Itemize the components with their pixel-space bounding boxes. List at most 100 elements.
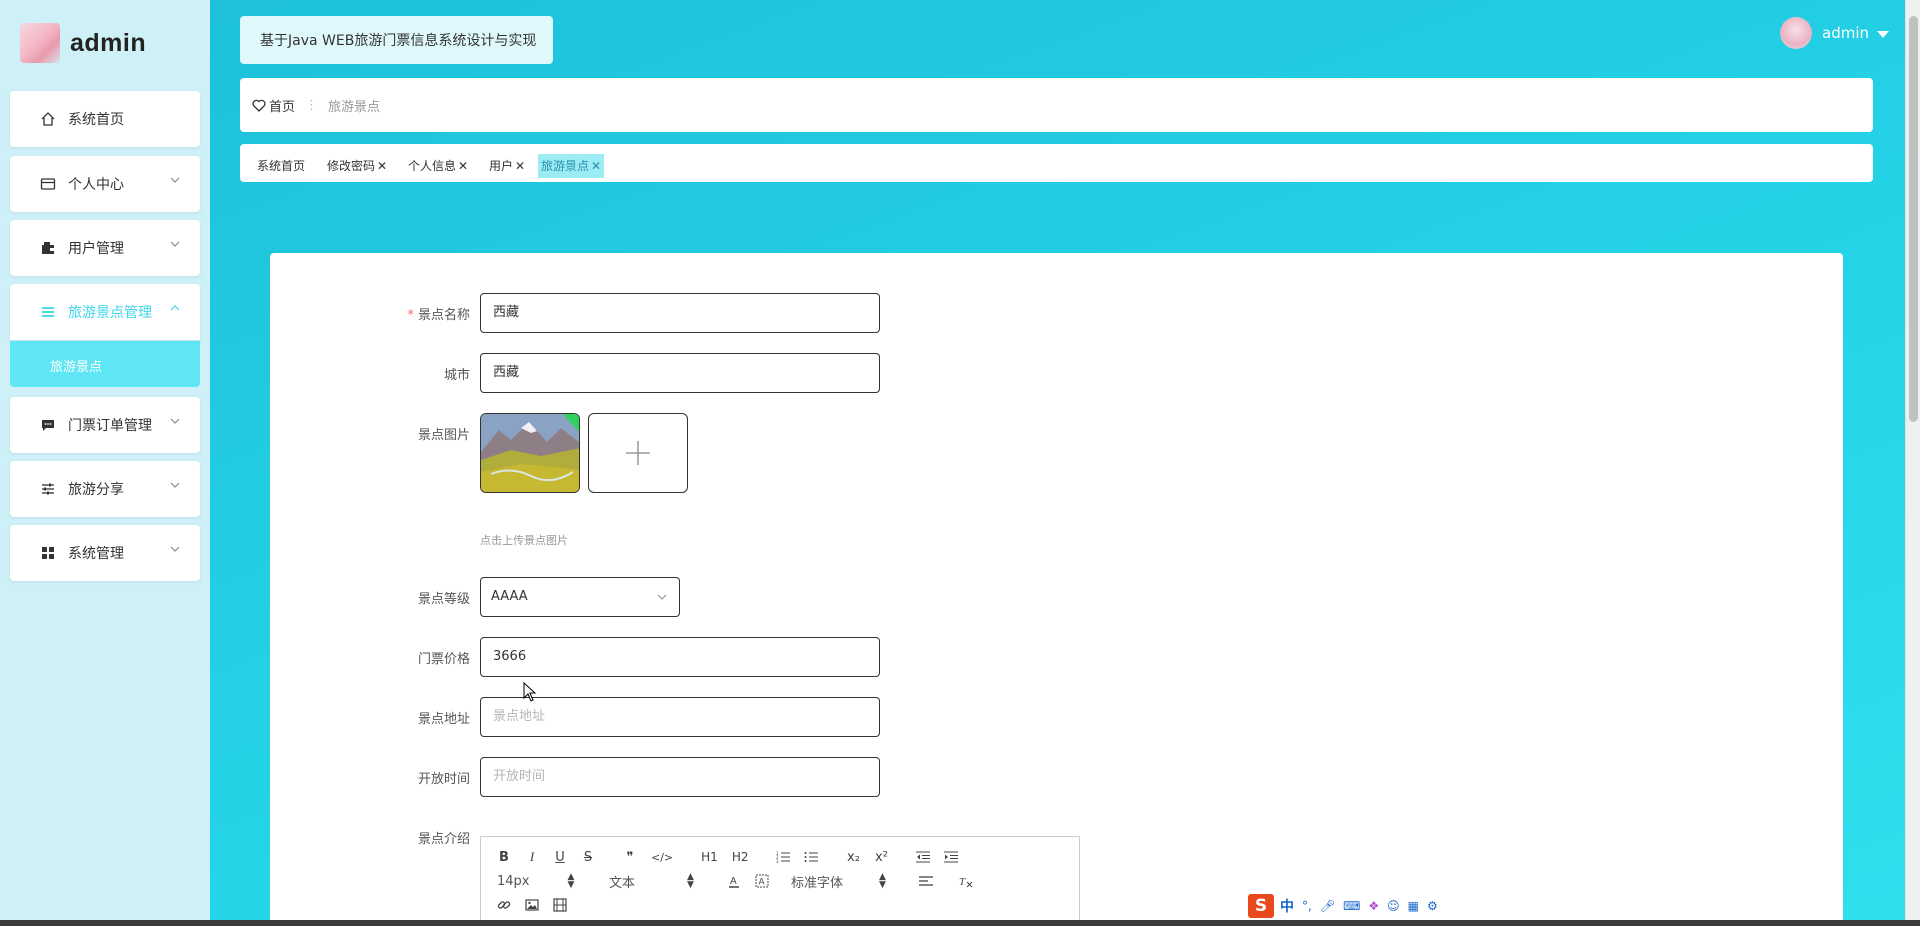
tag-label: 个人信息: [408, 159, 457, 173]
card-icon: [40, 178, 56, 190]
tag-user[interactable]: 用户 ✕: [486, 154, 528, 178]
scenic-image-thumbnail[interactable]: [480, 413, 580, 493]
sidebar-item-home[interactable]: 系统首页: [10, 91, 200, 147]
ordered-list-icon[interactable]: 123: [776, 851, 791, 863]
sidebar-item-user-management[interactable]: 用户管理: [10, 220, 200, 276]
settings-icon[interactable]: ⚙: [1427, 899, 1438, 913]
user-menu[interactable]: admin: [1780, 15, 1889, 51]
sidebar: admin 系统首页 个人中心 用户管理 旅游景点管理 旅游景点 门票订单管理 …: [0, 0, 210, 926]
breadcrumb-home[interactable]: 首页: [252, 96, 295, 115]
close-icon[interactable]: ✕: [515, 159, 525, 173]
indent-icon[interactable]: [944, 851, 959, 863]
label-text: 景点名称: [417, 308, 470, 323]
sidebar-item-system-management[interactable]: 系统管理: [10, 525, 200, 581]
list-icon: [42, 307, 54, 317]
chevron-down-icon: [657, 594, 667, 600]
sidebar-item-travel-share[interactable]: 旅游分享: [10, 461, 200, 517]
sidebar-item-label: 旅游分享: [68, 482, 124, 498]
breadcrumb: 首页 ⋮ 旅游景点: [240, 78, 1873, 132]
italic-button[interactable]: I: [525, 849, 539, 865]
sidebar-item-ticket-orders[interactable]: 门票订单管理: [10, 397, 200, 453]
blockquote-button[interactable]: ❞: [623, 850, 637, 865]
tag-label: 系统首页: [257, 159, 306, 173]
block-format-select[interactable]: 文本 ▲ ▼: [609, 872, 727, 891]
sidebar-item-scenic-management[interactable]: 旅游景点管理: [10, 284, 200, 340]
open-time-input[interactable]: 开放时间: [480, 757, 880, 797]
apps-grid-icon[interactable]: ▦: [1408, 899, 1419, 913]
updown-icon: ▲ ▼: [687, 872, 694, 890]
svg-text:A: A: [730, 876, 737, 887]
label-scenic-image: 景点图片: [417, 428, 470, 443]
font-family-select[interactable]: 标准字体 ▲ ▼: [791, 872, 919, 891]
bullet-list-icon[interactable]: [804, 851, 819, 863]
system-title-text: 基于Java WEB旅游门票信息系统设计与实现: [260, 33, 537, 49]
skin-icon[interactable]: ❖: [1368, 899, 1379, 913]
intro-editor[interactable]: B I U S ❞ </> H1 H2 123 x₂ x² 14px ▲ ▼ 文本 ▲…: [480, 836, 1080, 926]
sidebar-subitem-scenic-spots[interactable]: 旅游景点: [10, 341, 200, 387]
landscape-image: [481, 414, 579, 492]
sidebar-item-label: 系统管理: [68, 546, 124, 562]
code-button[interactable]: </>: [651, 851, 673, 864]
address-input[interactable]: 景点地址: [480, 697, 880, 737]
upload-hint: 点击上传景点图片: [480, 534, 568, 547]
scrollbar-thumb[interactable]: [1909, 16, 1918, 422]
superscript-button[interactable]: x²: [874, 850, 888, 865]
ime-language[interactable]: 中: [1280, 896, 1294, 916]
brand-avatar: [20, 23, 60, 63]
sidebar-item-label: 系统首页: [68, 112, 124, 128]
tag-change-password[interactable]: 修改密码 ✕: [324, 154, 390, 178]
keyboard-icon[interactable]: ⌨: [1343, 899, 1360, 913]
header1-button[interactable]: H1: [701, 850, 718, 864]
chevron-down-icon: [170, 482, 180, 488]
outdent-icon[interactable]: [916, 851, 931, 863]
grid-icon: [42, 547, 54, 559]
label-scenic-level: 景点等级: [417, 592, 470, 607]
upload-image-button[interactable]: [588, 413, 688, 493]
mouse-cursor-icon: [523, 682, 537, 702]
ticket-price-input[interactable]: 3666: [480, 637, 880, 677]
scenic-name-input[interactable]: 西藏: [480, 293, 880, 333]
close-icon[interactable]: ✕: [591, 159, 601, 173]
robot-icon[interactable]: ☺: [1387, 899, 1400, 913]
caret-down-icon: [1877, 30, 1889, 38]
sidebar-item-label: 用户管理: [68, 241, 124, 257]
page-scrollbar[interactable]: [1905, 0, 1920, 926]
sliders-icon: [42, 483, 54, 495]
tag-label: 修改密码: [327, 159, 376, 173]
chevron-up-icon: [170, 305, 180, 311]
breadcrumb-current: 旅游景点: [328, 99, 381, 115]
strike-button[interactable]: S: [581, 850, 595, 865]
font-family-value: 标准字体: [791, 875, 844, 891]
header2-button[interactable]: H2: [732, 850, 749, 864]
bold-button[interactable]: B: [497, 850, 511, 865]
microphone-icon[interactable]: 🎤︎: [1320, 899, 1335, 913]
align-left-icon[interactable]: [919, 875, 933, 887]
ime-punctuation[interactable]: °,: [1302, 899, 1312, 913]
city-input[interactable]: 西藏: [480, 353, 880, 393]
underline-button[interactable]: U: [553, 850, 567, 865]
brand-header: admin: [20, 22, 146, 64]
tag-home[interactable]: 系统首页: [254, 154, 308, 178]
tag-scenic-spots[interactable]: 旅游景点 ✕: [538, 154, 605, 178]
label-scenic-name: * 景点名称: [380, 304, 470, 323]
required-mark: *: [407, 308, 414, 323]
scenic-level-select[interactable]: AAAA: [480, 577, 680, 617]
clear-format-icon[interactable]: T: [959, 874, 973, 888]
ime-toolbar[interactable]: S 中 °, 🎤︎ ⌨ ❖ ☺ ▦ ⚙: [1244, 893, 1472, 919]
background-color-icon[interactable]: A: [755, 874, 769, 888]
editor-toolbar-row-2: 14px ▲ ▼ 文本 ▲ ▼ A A 标准字体 ▲ ▼ T: [497, 871, 987, 891]
font-color-icon[interactable]: A: [727, 874, 741, 888]
close-icon[interactable]: ✕: [377, 159, 387, 173]
brand-title: admin: [70, 28, 147, 57]
link-icon[interactable]: [497, 898, 511, 912]
font-size-select[interactable]: 14px ▲ ▼: [497, 872, 609, 890]
subscript-button[interactable]: x₂: [846, 850, 860, 865]
image-icon[interactable]: [525, 898, 539, 912]
tag-personal-info[interactable]: 个人信息 ✕: [405, 154, 471, 178]
sidebar-item-personal-center[interactable]: 个人中心: [10, 156, 200, 212]
system-title: 基于Java WEB旅游门票信息系统设计与实现: [240, 16, 553, 64]
video-icon[interactable]: [553, 898, 567, 912]
updown-icon: ▲ ▼: [567, 872, 575, 890]
close-icon[interactable]: ✕: [458, 159, 468, 173]
user-name: admin: [1822, 24, 1869, 42]
